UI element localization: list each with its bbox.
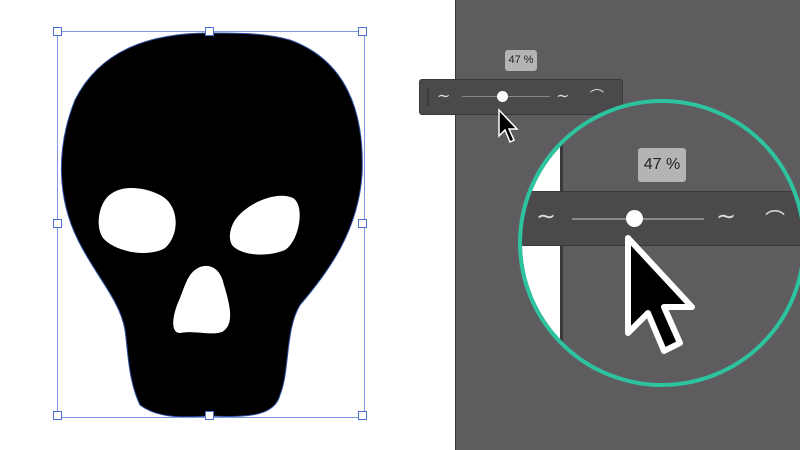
slider-thumb[interactable] <box>497 91 508 102</box>
drag-grip[interactable] <box>427 88 429 106</box>
resize-handle[interactable] <box>358 27 367 36</box>
reset-profile-icon[interactable]: ⌒ <box>590 86 604 106</box>
resize-handle[interactable] <box>53 219 62 228</box>
resize-handle[interactable] <box>358 411 367 420</box>
artboard <box>0 0 455 450</box>
width-profile-slider-bar: ∼ ∼ ⌒ <box>419 79 623 115</box>
resize-handle[interactable] <box>205 411 214 420</box>
magnifier-ring <box>518 99 800 387</box>
resize-handle[interactable] <box>358 219 367 228</box>
resize-handle[interactable] <box>53 411 62 420</box>
resize-handle[interactable] <box>205 27 214 36</box>
width-profile-left-icon[interactable]: ∼ <box>437 86 450 106</box>
resize-handle[interactable] <box>53 27 62 36</box>
selection-bounding-box <box>57 31 365 418</box>
cursor-arrow-icon <box>498 108 519 144</box>
value-tooltip: 47 % <box>505 50 537 71</box>
